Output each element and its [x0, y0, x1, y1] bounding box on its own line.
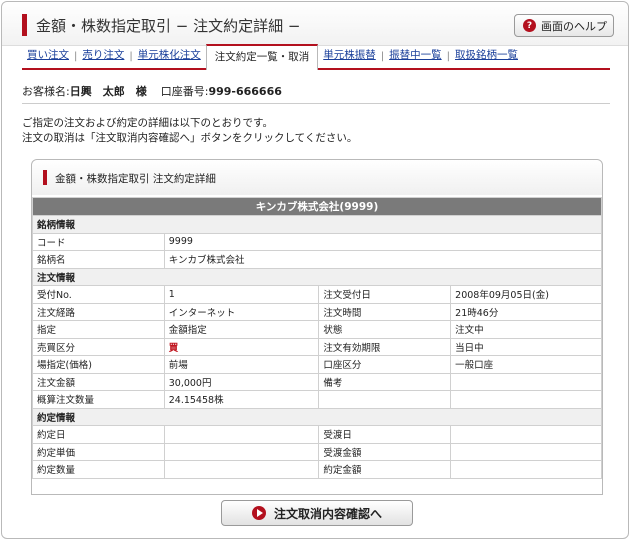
- customer-name-label: お客様名:: [22, 85, 70, 98]
- cell-label: 約定単価: [32, 442, 165, 461]
- table-row: コード 9999: [32, 232, 603, 251]
- divider: [22, 103, 610, 104]
- table-row: 約定日 受渡日: [32, 425, 602, 444]
- panel-accent-bar: [43, 170, 47, 185]
- cell-label: 売買区分: [32, 337, 165, 356]
- table-row: 指定 金額指定 状態 注文中: [32, 320, 602, 339]
- cell-label: [318, 390, 452, 409]
- notice-line: ご指定の注文および約定の詳細は以下のとおりです。: [22, 117, 273, 129]
- buy-sell-value: 買: [163, 337, 320, 356]
- tab-sell-order[interactable]: 売り注文: [77, 47, 129, 68]
- table-row: 約定数量 約定金額: [32, 460, 602, 479]
- table-row: 注文経路 インターネット 注文時間 21時46分: [32, 302, 602, 321]
- section-row: 注文情報: [32, 267, 602, 286]
- cell-label: 備考: [318, 372, 452, 391]
- panel-header: 金額・株数指定取引 注文約定詳細: [32, 160, 602, 195]
- help-icon: ?: [523, 19, 536, 32]
- tab-order-execution-list[interactable]: 注文約定一覧・取消: [205, 44, 319, 70]
- cell-value: 当日中: [450, 337, 602, 356]
- cell-value: 1: [163, 285, 320, 304]
- panel-title: 金額・株数指定取引 注文約定詳細: [55, 173, 216, 185]
- account-number: 999-666666: [208, 85, 282, 98]
- cell-label: 約定日: [32, 425, 165, 444]
- cell-value: [163, 460, 320, 479]
- cell-value: 一般口座: [450, 355, 602, 374]
- cell-value: 2008年09月05日(金): [450, 285, 602, 304]
- section-row: 銘柄情報: [32, 215, 602, 234]
- table-row: 銘柄名 キンカブ株式会社: [32, 250, 603, 269]
- cell-label: 場指定(価格): [32, 355, 165, 374]
- cancel-order-confirm-button[interactable]: 注文取消内容確認へ: [221, 500, 413, 526]
- tab-unit-transfer[interactable]: 単元株振替: [318, 47, 381, 68]
- page-title: 金額・株数指定取引 − 注文約定詳細 −: [36, 17, 301, 35]
- cell-label: 概算注文数量: [32, 390, 165, 409]
- cell-label: 注文有効期限: [318, 337, 452, 356]
- notice-text: ご指定の注文および約定の詳細は以下のとおりです。 注文の取消は「注文取消内容確認…: [22, 116, 357, 146]
- section-stock-info: 銘柄情報: [32, 215, 602, 234]
- cell-label: 注文受付日: [318, 285, 452, 304]
- tab-unit-conversion-order[interactable]: 単元株化注文: [133, 47, 206, 68]
- help-button-label: 画面のヘルプ: [541, 19, 607, 33]
- cell-label: 約定金額: [318, 460, 452, 479]
- account-number-label: 口座番号:: [160, 85, 209, 98]
- page-frame: 金額・株数指定取引 − 注文約定詳細 − ? 画面のヘルプ 買い注文 | 売り注…: [1, 1, 629, 539]
- page-header: 金額・株数指定取引 − 注文約定詳細 − ? 画面のヘルプ: [2, 2, 628, 46]
- cell-label: 指定: [32, 320, 165, 339]
- cell-value: 9999: [163, 232, 603, 251]
- section-order-info: 注文情報: [32, 267, 602, 286]
- customer-info: お客様名:日興 太郎 様 口座番号:999-666666: [22, 83, 282, 99]
- cell-value: インターネット: [163, 302, 320, 321]
- notice-line: 注文の取消は「注文取消内容確認へ」ボタンをクリックしてください。: [22, 132, 358, 144]
- cell-value: 21時46分: [450, 302, 602, 321]
- detail-panel: 金額・株数指定取引 注文約定詳細 キンカブ株式会社(9999) 銘柄情報 コード…: [31, 159, 603, 495]
- table-row: 場指定(価格) 前場 口座区分 一般口座: [32, 355, 602, 374]
- header-accent-bar: [22, 14, 27, 36]
- table-row: 注文金額 30,000円 備考: [32, 372, 602, 391]
- cell-label: コード: [32, 232, 165, 251]
- cell-label: 受付No.: [32, 285, 165, 304]
- cell-label: 注文時間: [318, 302, 452, 321]
- table-row: 約定単価 受渡金額: [32, 442, 602, 461]
- nav-tabs: 買い注文 | 売り注文 | 単元株化注文 注文約定一覧・取消 単元株振替 | 振…: [22, 44, 610, 70]
- table-row: 概算注文数量 24.15458株: [32, 390, 602, 409]
- table-row: 売買区分 買 注文有効期限 当日中: [32, 337, 602, 356]
- section-row: 約定情報: [32, 407, 602, 426]
- table-row: 受付No. 1 注文受付日 2008年09月05日(金): [32, 285, 602, 304]
- cell-value: [163, 442, 320, 461]
- cell-value: [163, 425, 320, 444]
- cell-label: 状態: [318, 320, 452, 339]
- company-row: キンカブ株式会社(9999): [32, 197, 602, 216]
- play-arrow-icon: [251, 506, 266, 520]
- cell-value: [450, 390, 602, 409]
- section-execution-info: 約定情報: [32, 407, 602, 426]
- tab-transfer-list[interactable]: 振替中一覧: [384, 47, 447, 68]
- cell-value: 金額指定: [163, 320, 320, 339]
- cell-value: 30,000円: [163, 372, 320, 391]
- help-button[interactable]: ? 画面のヘルプ: [514, 14, 614, 37]
- cell-value: [450, 425, 602, 444]
- tab-stock-list[interactable]: 取扱銘柄一覧: [450, 47, 523, 68]
- company-name: キンカブ株式会社(9999): [32, 197, 602, 216]
- cell-value: [450, 442, 602, 461]
- cell-value: 前場: [163, 355, 320, 374]
- cancel-order-confirm-label: 注文取消内容確認へ: [273, 506, 382, 521]
- detail-table: キンカブ株式会社(9999) 銘柄情報 コード 9999 銘柄名 キンカブ株式会…: [32, 197, 603, 479]
- cell-value: [450, 460, 602, 479]
- cell-label: 口座区分: [318, 355, 452, 374]
- cell-value: 注文中: [450, 320, 602, 339]
- cell-label: 受渡金額: [318, 442, 452, 461]
- cell-label: 注文金額: [32, 372, 165, 391]
- tab-buy-order[interactable]: 買い注文: [22, 47, 74, 68]
- cell-value: キンカブ株式会社: [163, 250, 603, 269]
- cell-label: 約定数量: [32, 460, 165, 479]
- cell-value: 24.15458株: [163, 390, 320, 409]
- cell-label: 注文経路: [32, 302, 165, 321]
- cell-value: [450, 372, 602, 391]
- customer-name: 日興 太郎 様: [69, 85, 147, 98]
- cell-label: 銘柄名: [32, 250, 165, 269]
- cell-label: 受渡日: [318, 425, 452, 444]
